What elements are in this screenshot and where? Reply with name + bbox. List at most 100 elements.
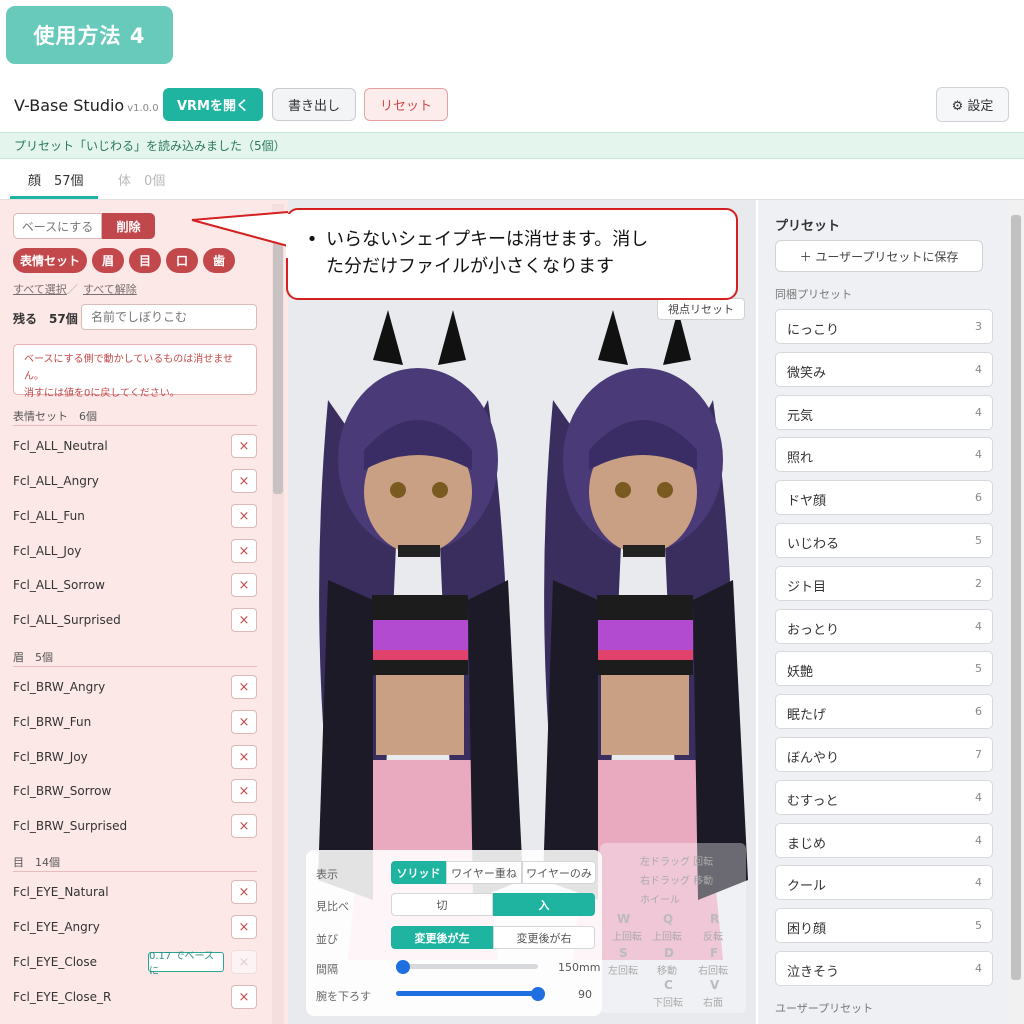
key-c-action: 下回転	[653, 998, 683, 1009]
reset-button[interactable]: リセット	[364, 88, 448, 121]
delete-key-button[interactable]: ×	[231, 469, 257, 493]
delete-key-button[interactable]: ×	[231, 434, 257, 458]
export-button[interactable]: 書き出し	[272, 88, 356, 121]
mouse-left-hint: 左ドラッグ 回転	[640, 857, 714, 868]
key-s-label: S	[619, 946, 628, 960]
callout-pointer-mask	[286, 214, 292, 258]
preset-item[interactable]: 泣きそう 4	[775, 951, 993, 986]
mode-base-toggle[interactable]: ベースにする	[13, 213, 102, 239]
name-filter-input[interactable]	[81, 304, 257, 330]
preset-item[interactable]: まじめ 4	[775, 823, 993, 858]
preset-item[interactable]: ジト目 2	[775, 566, 993, 601]
preset-item[interactable]: 困り顔 5	[775, 908, 993, 943]
select-all-link[interactable]: すべて選択	[13, 281, 67, 297]
filter-chip-expression-set[interactable]: 表情セット	[13, 248, 87, 273]
delete-key-button[interactable]: ×	[231, 779, 257, 803]
delete-key-button[interactable]: ×	[231, 539, 257, 563]
tab-face[interactable]: 顔 57個	[28, 170, 84, 189]
status-message: プリセット「いじわる」を読み込みました（5個）	[0, 132, 1024, 159]
compare-label: 見比べ	[316, 900, 349, 913]
spacing-slider-handle[interactable]	[396, 960, 410, 974]
shape-key-row: Fcl_ALL_Angry ×	[13, 469, 257, 495]
delete-key-button[interactable]: ×	[231, 573, 257, 597]
preset-item[interactable]: おっとり 4	[775, 609, 993, 644]
preset-item[interactable]: 眠たげ 6	[775, 694, 993, 729]
shape-key-row: Fcl_ALL_Surprised ×	[13, 608, 257, 634]
tab-body[interactable]: 体 0個	[118, 170, 165, 189]
filter-chip-brow[interactable]: 眉	[92, 248, 124, 273]
delete-key-button[interactable]: ×	[231, 675, 257, 699]
delete-warning: ベースにする側で動かしているものは消せません。 消すには値を0に戻してください。	[13, 344, 257, 399]
compare-off-option[interactable]: 切	[391, 893, 493, 916]
delete-key-button[interactable]: ×	[231, 504, 257, 528]
delete-key-button[interactable]: ×	[231, 710, 257, 734]
spacing-slider-track[interactable]	[396, 964, 538, 969]
preset-name: 妖艶	[787, 665, 814, 680]
key-q-action: 上回転	[652, 932, 682, 943]
preset-item[interactable]: 微笑み 4	[775, 352, 993, 387]
preset-item[interactable]: むすっと 4	[775, 780, 993, 815]
shape-key-name: Fcl_ALL_Angry	[13, 474, 99, 488]
key-f-label: F	[710, 946, 719, 960]
delete-key-button[interactable]: ×	[231, 745, 257, 769]
preset-key-count: 4	[975, 791, 982, 804]
preset-key-count: 7	[975, 748, 982, 761]
preset-item[interactable]: ぼんやり 7	[775, 737, 993, 772]
open-vrm-button[interactable]: VRMを開く	[163, 88, 263, 121]
preset-item[interactable]: いじわる 5	[775, 523, 993, 558]
order-label: 並び	[316, 933, 338, 946]
preset-key-count: 5	[975, 662, 982, 675]
preset-key-count: 4	[975, 620, 982, 633]
delete-key-button[interactable]: ×	[231, 880, 257, 904]
settings-button[interactable]: ⚙ 設定	[936, 87, 1009, 122]
shape-key-row: Fcl_BRW_Joy ×	[13, 745, 257, 771]
key-d-action: 移動	[657, 966, 677, 977]
save-user-preset-button[interactable]: ＋ ユーザープリセットに保存	[775, 240, 983, 272]
app-version: v1.0.0	[127, 103, 159, 114]
preset-item[interactable]: クール 4	[775, 865, 993, 900]
arm-slider-handle[interactable]	[531, 987, 545, 1001]
shape-key-row: Fcl_EYE_Close 0.17 でベースに ×	[13, 950, 257, 977]
key-w-label: W	[617, 912, 631, 926]
preset-item[interactable]: 妖艶 5	[775, 651, 993, 686]
deselect-all-link[interactable]: すべて解除	[83, 281, 137, 297]
delete-key-button[interactable]: ×	[231, 608, 257, 632]
mode-delete-toggle[interactable]: 削除	[102, 213, 155, 239]
delete-key-button[interactable]: ×	[231, 814, 257, 838]
left-scrollbar-thumb[interactable]	[273, 220, 283, 494]
app-name: V-Base Studio	[14, 96, 125, 115]
view-reset-button[interactable]: 視点リセット	[657, 298, 745, 320]
remaining-count: 残る 57個	[13, 312, 78, 326]
display-solid-option[interactable]: ソリッド	[391, 861, 446, 884]
preset-title: プリセット	[775, 219, 841, 234]
preset-item[interactable]: 照れ 4	[775, 437, 993, 472]
compare-on-option[interactable]: 入	[493, 893, 595, 916]
preset-name: まじめ	[787, 837, 827, 852]
warning-line-2: 消すには値を0に戻してください。	[24, 388, 180, 399]
preset-key-count: 4	[975, 406, 982, 419]
right-scrollbar-thumb[interactable]	[1011, 215, 1021, 980]
preset-key-count: 5	[975, 534, 982, 547]
order-changed-right-option[interactable]: 変更後が右	[493, 926, 595, 949]
preset-name: 元気	[787, 409, 814, 424]
filter-chip-eye[interactable]: 目	[129, 248, 161, 273]
shape-key-row: Fcl_BRW_Surprised ×	[13, 814, 257, 840]
order-changed-left-option[interactable]: 変更後が左	[391, 926, 493, 949]
shape-key-name: Fcl_ALL_Fun	[13, 509, 85, 523]
key-s-action: 左回転	[608, 966, 638, 977]
spacing-label: 間隔	[316, 963, 338, 976]
group-title-brow: 眉 5個	[13, 651, 53, 664]
preset-key-count: 4	[975, 876, 982, 889]
display-wire-only-option[interactable]: ワイヤーのみ	[522, 861, 596, 884]
key-w-action: 上回転	[612, 932, 642, 943]
delete-key-button[interactable]: ×	[231, 985, 257, 1009]
preset-key-count: 5	[975, 919, 982, 932]
preset-item[interactable]: ドヤ顔 6	[775, 480, 993, 515]
preset-item[interactable]: 元気 4	[775, 395, 993, 430]
delete-key-button[interactable]: ×	[231, 915, 257, 939]
preset-item[interactable]: にっこり 3	[775, 309, 993, 344]
key-d-label: D	[664, 946, 674, 960]
display-wire-overlay-option[interactable]: ワイヤー重ね	[446, 861, 522, 884]
user-presets-title: ユーザープリセット	[775, 1002, 874, 1015]
keep-as-base-badge[interactable]: 0.17 でベースに	[148, 951, 224, 977]
